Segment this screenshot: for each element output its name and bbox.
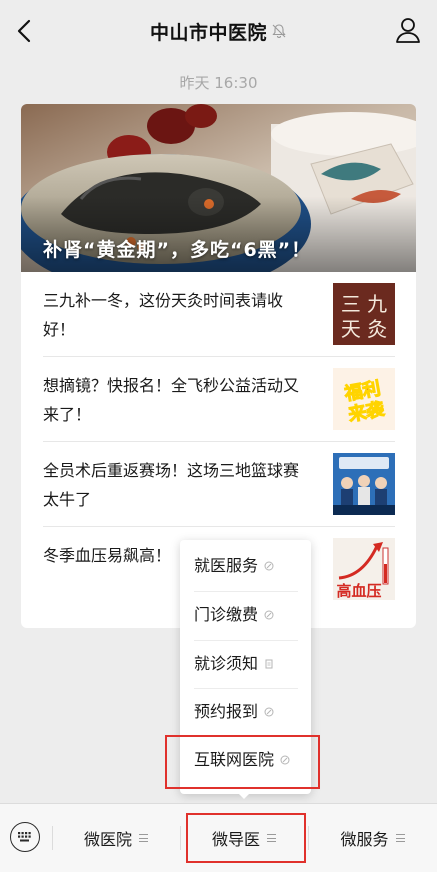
hero-title: 补肾“黄金期”，多吃“6黑”！ [43, 239, 312, 261]
menu-item-appointment-checkin[interactable]: 预约报到 [194, 688, 298, 736]
menu-item-outpatient-payment[interactable]: 门诊缴费 [194, 591, 298, 639]
bell-mute-icon [272, 24, 286, 38]
keyboard-icon[interactable] [10, 822, 40, 852]
article-item[interactable]: 全员术后重返赛场！这场三地篮球赛太牛了 [43, 442, 395, 527]
menu-lines-icon [139, 834, 148, 842]
menu-item-visit-notes[interactable]: 就诊须知 [194, 640, 298, 688]
article-thumbnail: 高血压 [333, 538, 395, 600]
article-item[interactable]: 想摘镜？快报名！全飞秒公益活动又来了！ 福利 来袭 [43, 357, 395, 442]
user-icon[interactable] [395, 16, 421, 44]
highlight-box-internet-hospital [165, 735, 320, 789]
link-icon [264, 561, 274, 571]
menu-lines-icon [395, 834, 405, 842]
tab-micro-hospital[interactable]: 微医院 [52, 804, 180, 872]
thumb-text: 高血压 [336, 582, 381, 600]
back-chevron-icon[interactable] [14, 18, 36, 44]
chat-header: 中山市中医院 [0, 0, 437, 62]
article-thumbnail: 福利 来袭 [333, 368, 395, 430]
article-thumbnail [333, 453, 395, 515]
message-timestamp: 昨天 16:30 [179, 74, 258, 92]
page-title: 中山市中医院 [149, 21, 267, 44]
thumb-text-line1: 三 九 [341, 292, 387, 316]
document-icon [265, 659, 273, 669]
article-thumbnail: 三 九 天 灸 [333, 283, 395, 345]
popup-arrow [237, 792, 251, 799]
thumb-text-line2: 天 灸 [341, 317, 387, 341]
article-title: 想摘镜？快报名！全飞秒公益活动又来了！ [43, 376, 300, 424]
link-icon [264, 707, 274, 717]
tab-micro-service[interactable]: 微服务 [308, 804, 437, 872]
menu-item-medical-service[interactable]: 就医服务 [194, 542, 298, 590]
link-icon [264, 610, 274, 620]
highlight-box-micro-guide [186, 813, 306, 863]
article-title: 全员术后重返赛场！这场三地篮球赛太牛了 [43, 461, 300, 509]
hero-article[interactable]: 补肾“黄金期”，多吃“6黑”！ [21, 104, 416, 272]
article-item[interactable]: 三九补一冬，这份天灸时间表请收好！ 三 九 天 灸 [43, 272, 395, 357]
article-title: 三九补一冬，这份天灸时间表请收好！ [43, 291, 284, 339]
